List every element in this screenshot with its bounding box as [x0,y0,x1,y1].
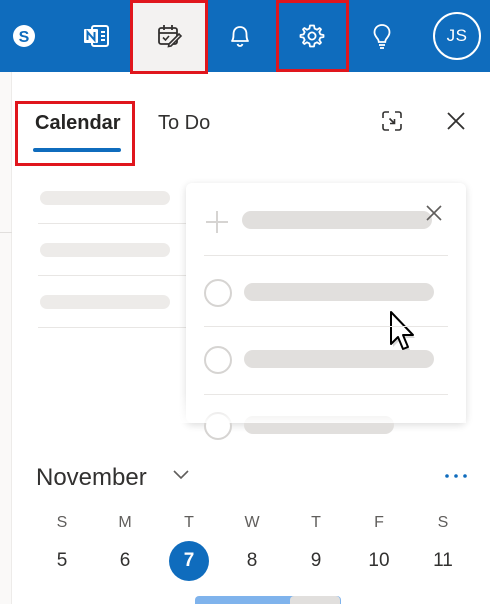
month-picker-button[interactable] [170,466,192,488]
tab-to-do[interactable]: To Do [158,112,210,135]
empty-state-illustration [38,183,466,440]
avatar: JS [433,12,481,60]
plus-icon [204,209,230,240]
onenote-icon [82,23,110,49]
placeholder-divider [38,327,188,328]
placeholder-bar [40,191,170,205]
skype-button[interactable]: S [0,0,48,72]
placeholder-divider [204,255,448,256]
weekday-label: F [374,514,384,531]
checkbox-placeholder [204,279,232,307]
my-day-button[interactable] [131,0,207,72]
calendar-day[interactable]: 10 [359,543,399,579]
placeholder-bar [244,350,434,368]
placeholder-bar [242,211,432,229]
calendar-day[interactable]: 8 [232,543,272,579]
account-button[interactable]: JS [424,0,490,72]
weekday-label: W [244,514,260,531]
expand-button[interactable] [376,107,408,139]
expand-icon [380,109,404,138]
close-icon [445,110,467,137]
calendar-day[interactable]: 9 [296,543,336,579]
tips-button[interactable] [352,0,412,72]
month-title[interactable]: November [36,464,147,492]
chevron-down-icon [172,468,190,486]
placeholder-bar [40,243,170,257]
lightbulb-icon [371,22,393,50]
weekday-label: M [118,514,132,531]
calendar-day[interactable]: 5 [42,543,82,579]
notifications-button[interactable] [209,0,271,72]
background-app-edge [0,72,12,604]
placeholder-divider [204,326,448,327]
calendar-day-today[interactable]: 7 [169,543,209,579]
close-button[interactable] [440,107,472,139]
scroll-thumb[interactable] [290,596,340,604]
placeholder-bar [244,283,434,301]
tab-calendar[interactable]: Calendar [35,112,121,135]
my-day-icon [155,22,183,50]
weekday-label: T [311,514,321,531]
calendar-day[interactable]: 6 [105,543,145,579]
placeholder-divider [38,223,188,224]
illustration-fade [38,393,466,423]
placeholder-bar [40,295,170,309]
calendar-day[interactable]: 11 [423,543,463,579]
placeholder-divider [38,275,188,276]
settings-button[interactable] [276,0,348,72]
illustration-task-card [186,183,466,440]
outlook-my-day-pane: S JS Calendar To Do November S M T W T F… [0,0,490,604]
weekday-label: S [56,514,68,531]
close-icon [424,203,444,228]
skype-icon: S [11,23,37,49]
divider [0,232,12,233]
more-options-button[interactable] [440,462,472,488]
svg-text:S: S [19,29,30,46]
tab-selected-indicator [33,148,121,152]
gear-icon [299,23,325,49]
checkbox-placeholder [204,346,232,374]
top-app-bar: S JS [0,0,490,72]
illustration-calendar-list [38,183,188,423]
onenote-button[interactable] [66,0,126,72]
more-icon [443,466,469,484]
weekday-label: T [184,514,194,531]
weekday-label: S [437,514,449,531]
bell-icon [228,23,252,49]
